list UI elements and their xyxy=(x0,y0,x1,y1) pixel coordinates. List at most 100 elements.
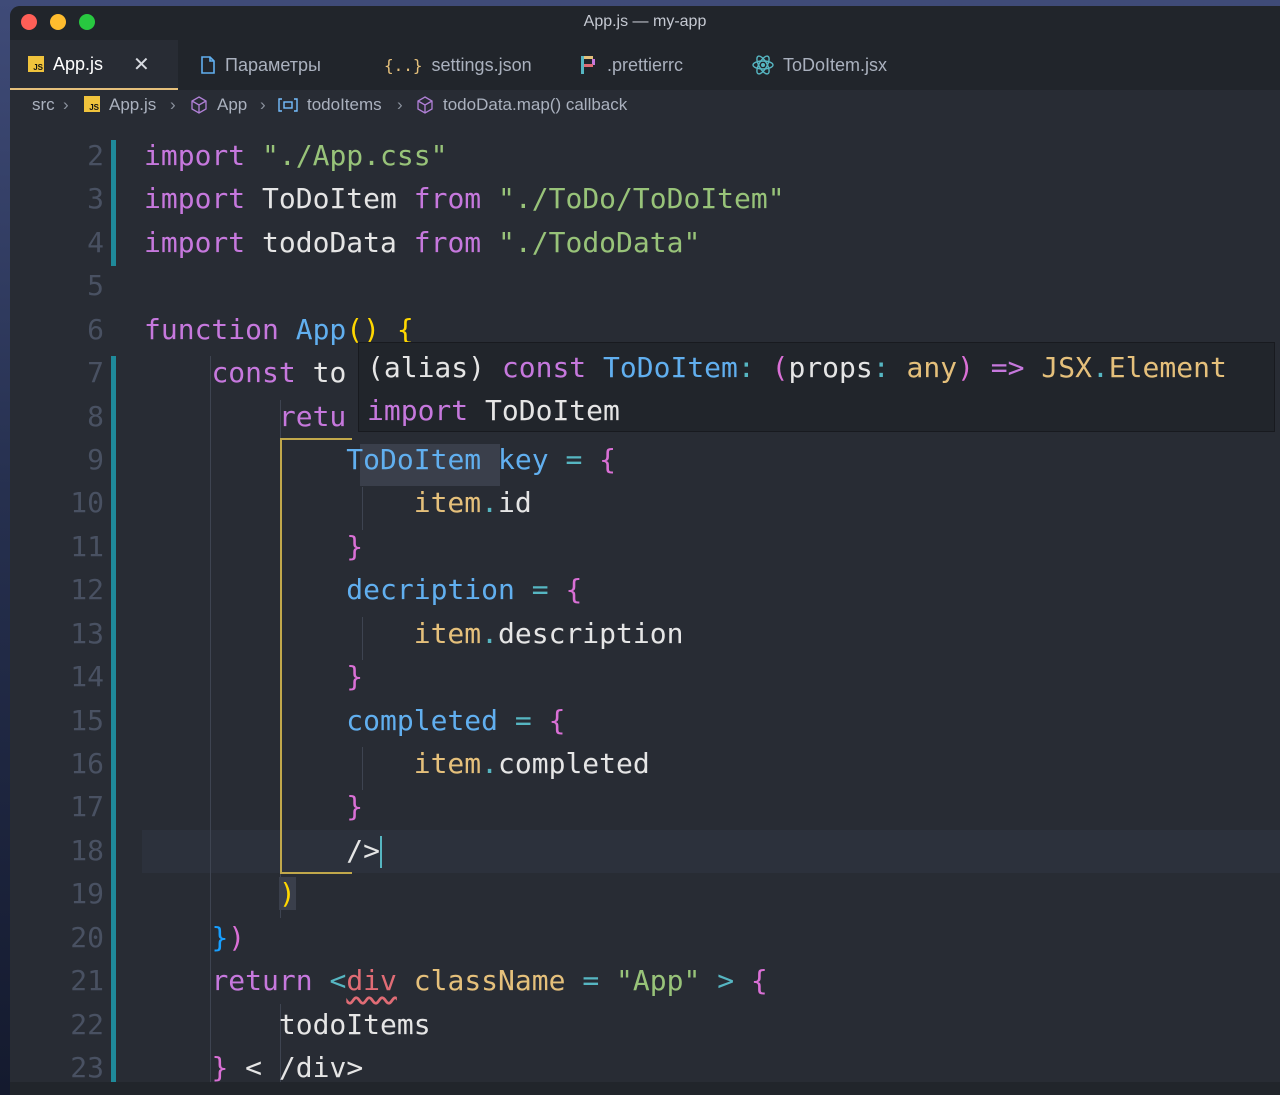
operator: < xyxy=(245,1051,263,1084)
keyword: from xyxy=(413,182,482,215)
code-line: item.id xyxy=(144,486,532,519)
code-line: } < /div> xyxy=(144,1051,363,1084)
breadcrumb: src › JS App.js › App › todoItems › todo… xyxy=(10,90,1280,120)
line-number: 13 xyxy=(70,617,104,650)
json-braces-icon: {..} xyxy=(384,55,423,75)
code-line: import todoData from "./TodoData" xyxy=(144,226,700,259)
component-tag: ToDoItem xyxy=(346,443,482,476)
keyword: retu xyxy=(278,400,347,433)
tab-settings-json[interactable]: {..} settings.json xyxy=(384,40,532,90)
line-number: 10 xyxy=(70,486,104,519)
identifier: todoItems xyxy=(278,1008,431,1041)
keyword: import xyxy=(144,226,246,259)
chevron-right-icon: › xyxy=(260,95,266,114)
breadcrumb-label: App.js xyxy=(109,95,157,114)
keyword: from xyxy=(413,226,482,259)
tab-label: settings.json xyxy=(431,54,532,75)
type: JSX xyxy=(1041,351,1092,384)
property: completed xyxy=(498,747,650,780)
editor-window: App.js — my-app JS App.js ✕ Параметры {.… xyxy=(10,6,1280,1095)
line-number: 14 xyxy=(70,660,104,693)
breadcrumb-callback[interactable]: todoData.map() callback xyxy=(416,95,627,115)
line-number: 7 xyxy=(87,356,104,389)
line-number: 17 xyxy=(70,790,104,823)
code-line: import "./App.css" xyxy=(144,139,447,172)
react-icon xyxy=(752,55,774,75)
operator: : xyxy=(872,351,890,384)
brace: } xyxy=(211,1051,229,1084)
breadcrumb-label: App xyxy=(217,95,248,114)
brace: } xyxy=(346,530,364,563)
tab-label: App.js xyxy=(53,53,104,74)
line-number: 22 xyxy=(70,1008,104,1041)
identifier: ToDoItem xyxy=(603,351,738,384)
line-number: 6 xyxy=(87,313,104,346)
code-line: import ToDoItem from "./ToDo/ToDoItem" xyxy=(144,182,785,215)
attribute: className xyxy=(413,964,566,997)
line-number: 8 xyxy=(87,400,104,433)
breadcrumb-app[interactable]: App xyxy=(190,95,247,115)
breadcrumb-src[interactable]: src xyxy=(32,95,55,115)
operator: . xyxy=(481,747,499,780)
tab-prettierrc[interactable]: .prettierrc xyxy=(580,40,683,90)
keyword: import xyxy=(144,182,246,215)
operator: = xyxy=(531,573,549,606)
code-line: item.description xyxy=(144,617,684,650)
paren: ) xyxy=(957,351,974,384)
text-cursor xyxy=(380,836,383,868)
tab-app-js[interactable]: JS App.js ✕ xyxy=(10,40,178,90)
code-line: ToDoItem key = { xyxy=(144,443,616,476)
tab-parametry[interactable]: Параметры xyxy=(200,40,321,90)
code-line: completed = { xyxy=(144,704,565,737)
code-line: item.completed xyxy=(144,747,650,780)
hover-signature: (alias) const ToDoItem: (props: any) => … xyxy=(367,351,1227,384)
tab-todoitem-jsx[interactable]: ToDoItem.jsx xyxy=(752,40,887,90)
breadcrumb-app-js[interactable]: JS App.js xyxy=(84,95,156,115)
file-icon xyxy=(200,56,216,74)
line-number: 21 xyxy=(70,964,104,997)
line-number: 12 xyxy=(70,573,104,606)
string: "App" xyxy=(616,964,701,997)
line-number: 11 xyxy=(70,530,104,563)
tab-bar: JS App.js ✕ Параметры {..} settings.json… xyxy=(10,40,1280,90)
brace: { xyxy=(565,573,583,606)
operator: > xyxy=(717,964,735,997)
html-close-tag: /div xyxy=(278,1051,347,1084)
js-file-icon: JS xyxy=(84,95,100,115)
operator: = xyxy=(514,704,532,737)
status-bar xyxy=(10,1082,1280,1095)
brace: } xyxy=(346,790,364,823)
brace: { xyxy=(599,443,617,476)
operator: > xyxy=(346,1051,364,1084)
identifier: item xyxy=(413,747,482,780)
brace: { xyxy=(750,964,768,997)
paren: ( xyxy=(771,351,789,384)
function-name: App xyxy=(295,313,347,346)
breadcrumb-label: todoItems xyxy=(307,95,382,114)
code-line: ) xyxy=(144,877,296,910)
prettier-icon xyxy=(580,55,598,75)
jsx-self-close: /> xyxy=(346,834,381,867)
chevron-right-icon: › xyxy=(63,95,69,114)
attribute: decription xyxy=(346,573,515,606)
code-line: decription = { xyxy=(144,573,582,606)
paren: ) xyxy=(228,921,246,954)
line-number: 20 xyxy=(70,921,104,954)
cube-icon xyxy=(416,96,434,114)
line-number: 3 xyxy=(87,182,104,215)
attribute: key xyxy=(498,443,549,476)
line-number: 18 xyxy=(70,834,104,867)
identifier: item xyxy=(413,617,482,650)
operator: = xyxy=(565,443,583,476)
code-editor[interactable]: 2 3 4 5 6 7 8 9 10 11 12 13 14 15 16 17 … xyxy=(10,120,1280,1095)
hover-tooltip: (alias) const ToDoItem: (props: any) => … xyxy=(358,342,1275,432)
identifier: ToDoItem xyxy=(485,394,620,427)
breadcrumb-todoitems[interactable]: todoItems xyxy=(278,95,382,115)
line-number: 23 xyxy=(70,1051,104,1084)
title-bar: App.js — my-app xyxy=(10,6,1280,40)
operator: : xyxy=(737,351,755,384)
close-icon[interactable]: ✕ xyxy=(133,52,150,77)
property: id xyxy=(498,486,532,519)
line-number: 9 xyxy=(87,443,104,476)
keyword: function xyxy=(144,313,279,346)
